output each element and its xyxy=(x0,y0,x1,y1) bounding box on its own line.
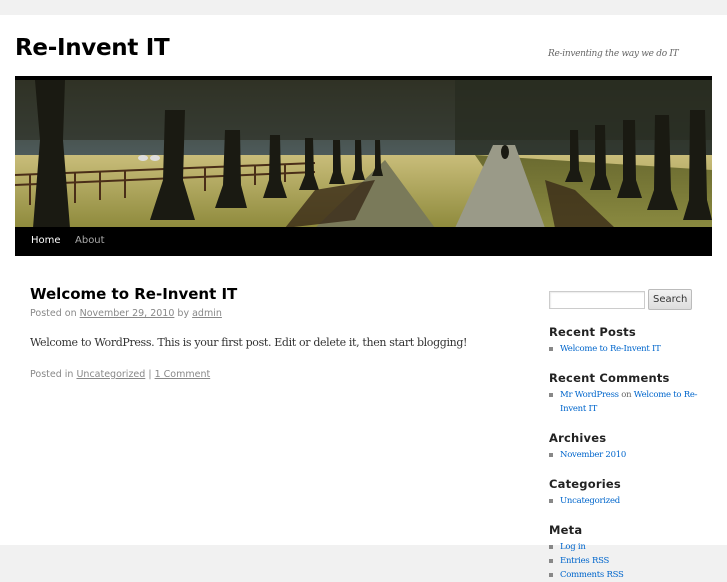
list-item: Uncategorized xyxy=(549,494,719,508)
bullet-icon xyxy=(549,559,553,563)
bullet-icon xyxy=(549,573,553,577)
widget-recent-comments: Recent Comments Mr WordPress on Welcome … xyxy=(549,371,719,416)
comment-author-link[interactable]: Mr WordPress xyxy=(560,390,619,400)
widget-recent-posts: Recent Posts Welcome to Re-Invent IT xyxy=(549,325,719,356)
sidebar: Search Recent Posts Welcome to Re-Invent… xyxy=(549,289,719,582)
bullet-icon xyxy=(549,347,553,351)
post: Welcome to Re-Invent IT Posted on Novemb… xyxy=(30,285,500,380)
post-author-link[interactable]: admin xyxy=(192,308,222,319)
nav-item-home[interactable]: Home xyxy=(31,235,61,246)
utility-separator: | xyxy=(148,369,152,380)
nav-item-about[interactable]: About xyxy=(75,235,105,246)
widget-archives: Archives November 2010 xyxy=(549,431,719,462)
search-form: Search xyxy=(549,289,719,310)
list-item: November 2010 xyxy=(549,448,719,462)
post-meta: Posted on November 29, 2010 by admin xyxy=(30,308,500,319)
widget-categories: Categories Uncategorized xyxy=(549,477,719,508)
utility-prefix: Posted in xyxy=(30,369,74,380)
comments-rss-link[interactable]: Comments RSS xyxy=(560,570,624,580)
widget-title: Categories xyxy=(549,477,621,491)
bullet-icon xyxy=(549,453,553,457)
login-link[interactable]: Log in xyxy=(560,542,586,552)
bullet-icon xyxy=(549,545,553,549)
site-title[interactable]: Re-Invent IT xyxy=(15,35,170,61)
post-comments-link[interactable]: 1 Comment xyxy=(155,369,211,380)
widget-title: Meta xyxy=(549,523,583,537)
widget-title: Archives xyxy=(549,431,607,445)
list-item: Mr WordPress on Welcome to Re-Invent IT xyxy=(549,388,719,416)
widget-meta: Meta Log in Entries RSS Comments RSS xyxy=(549,523,719,582)
widget-title: Recent Posts xyxy=(549,325,636,339)
main-navigation: Home About xyxy=(15,227,712,256)
entries-rss-link[interactable]: Entries RSS xyxy=(560,556,609,566)
archive-link[interactable]: November 2010 xyxy=(560,450,626,460)
list-item: Log in xyxy=(549,540,719,554)
post-category-link[interactable]: Uncategorized xyxy=(76,369,145,380)
list-item: Welcome to Re-Invent IT xyxy=(549,342,719,356)
post-utility: Posted in Uncategorized | 1 Comment xyxy=(30,369,500,380)
meta-prefix: Posted on xyxy=(30,308,77,319)
search-button[interactable]: Search xyxy=(648,289,693,310)
widget-title: Recent Comments xyxy=(549,371,670,385)
tree-lined-path-photo xyxy=(15,80,712,228)
post-date-link[interactable]: November 29, 2010 xyxy=(80,308,175,319)
recent-post-link[interactable]: Welcome to Re-Invent IT xyxy=(560,344,661,354)
post-content: Welcome to WordPress. This is your first… xyxy=(30,336,468,349)
bullet-icon xyxy=(549,393,553,397)
comment-on-text: on xyxy=(621,390,632,400)
site-description: Re-inventing the way we do IT xyxy=(548,49,679,59)
bullet-icon xyxy=(549,499,553,503)
list-item: Entries RSS xyxy=(549,554,719,568)
post-title[interactable]: Welcome to Re-Invent IT xyxy=(30,285,500,303)
page-wrapper: Re-Invent IT Re-inventing the way we do … xyxy=(0,15,727,580)
list-item: Comments RSS xyxy=(549,568,719,582)
meta-by: by xyxy=(177,308,190,319)
search-input[interactable] xyxy=(549,290,645,309)
header-image xyxy=(15,76,712,228)
category-link[interactable]: Uncategorized xyxy=(560,496,620,506)
